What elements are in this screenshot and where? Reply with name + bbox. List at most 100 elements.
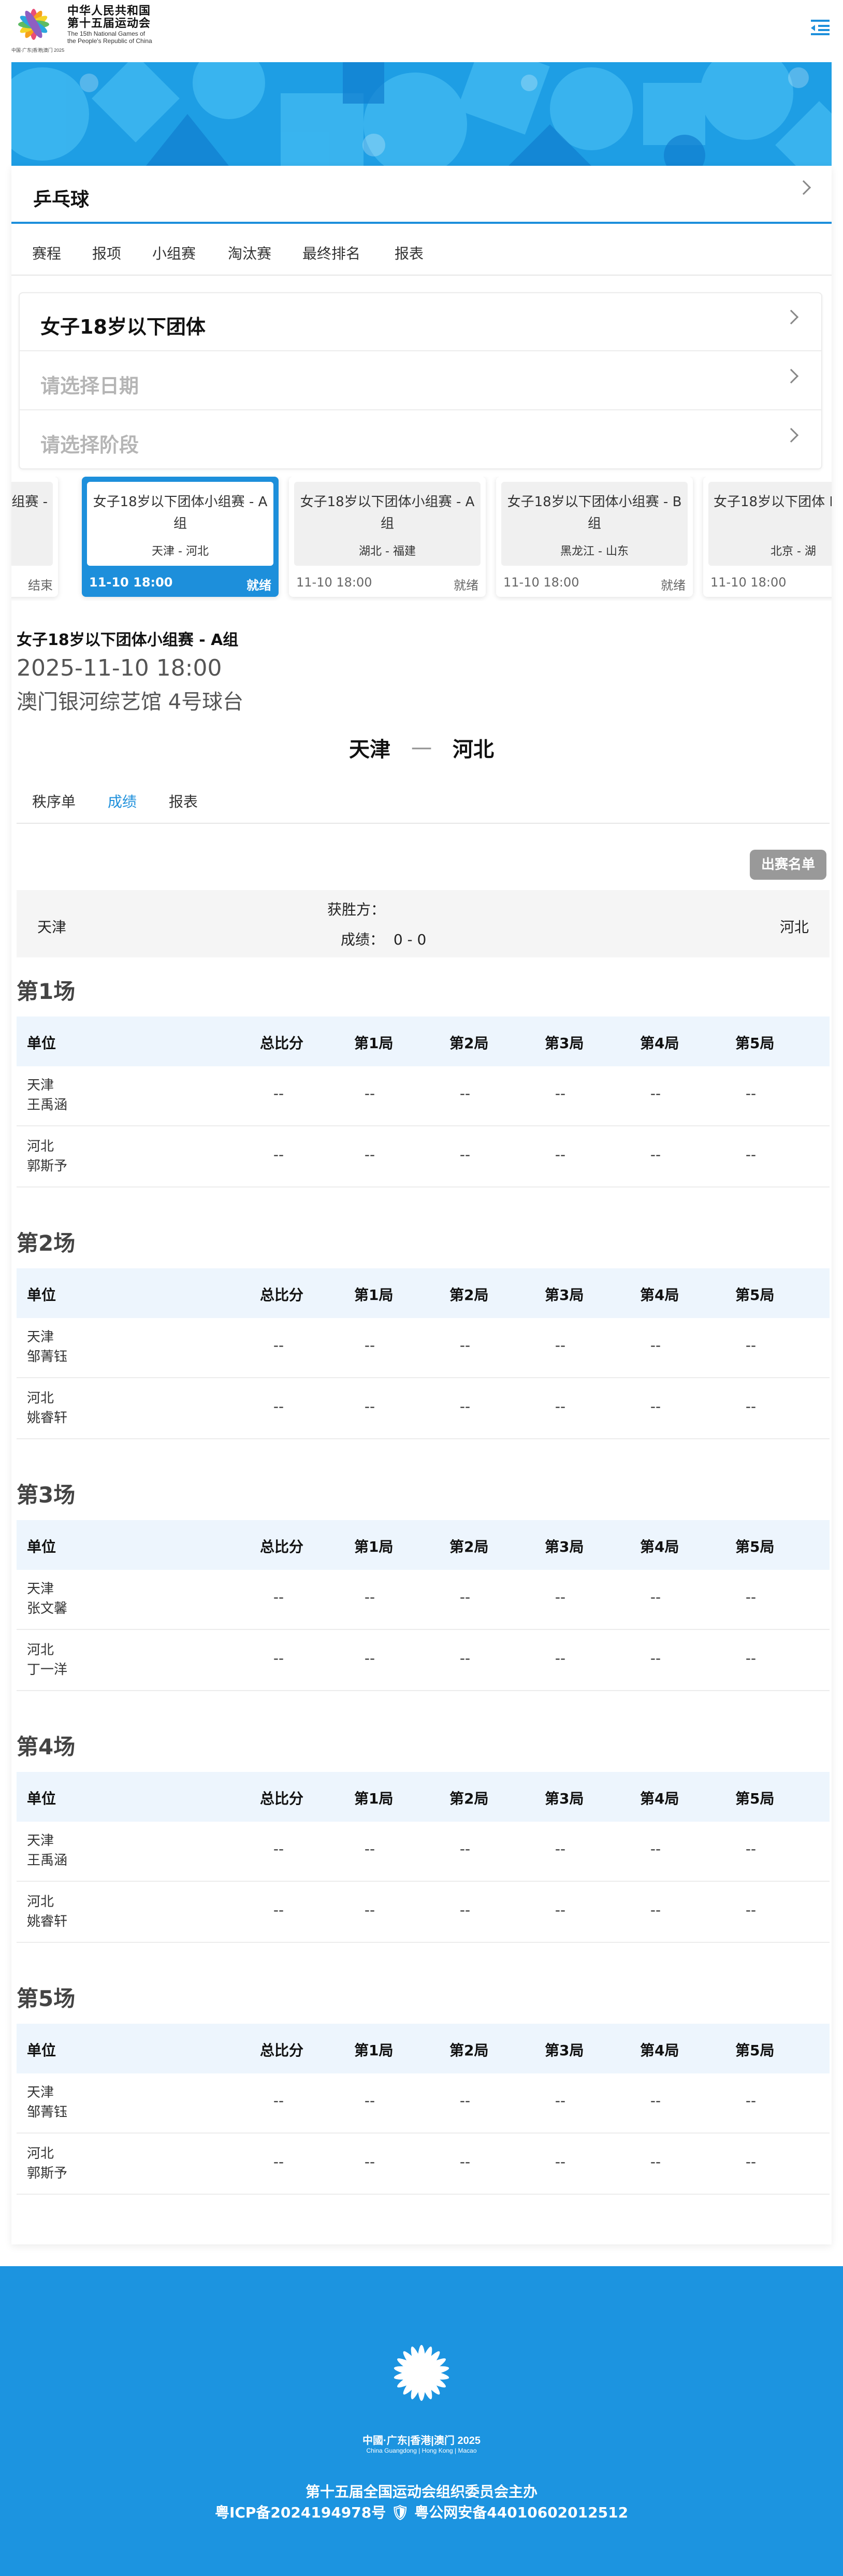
chevron-right-icon [783,427,799,443]
match-carousel[interactable]: 组赛 - 结束 女子18岁以下团体小组赛 - A组 天津 - 河北 11-10 … [11,477,832,601]
table-row: 天津 王禹涵 -- -- -- -- -- -- [17,1822,830,1882]
column-header: 第1局 [354,2042,394,2059]
score-cell: -- [459,1398,471,1415]
game-title: 第3场 [17,1482,76,1508]
team-name: 天津 [27,1078,54,1093]
match-card-time: 11-10 18:00 [89,575,173,590]
match-card-time: 11-10 18:00 [710,575,787,590]
score-cell: -- [273,1840,284,1857]
column-header: 总比分 [260,1538,304,1555]
column-header: 第2局 [449,1790,489,1807]
filter-panel: 女子18岁以下团体 请选择日期 请选择阶段 [19,292,822,469]
score-cell: -- [364,1146,375,1163]
unit-cell: 天津 王禹涵 [27,1076,67,1115]
tab-knockout[interactable]: 淘汰赛 [228,242,271,263]
match-card-title: 组赛 - [11,494,48,510]
score-cell: -- [273,2092,284,2109]
column-header: 第2局 [449,1538,489,1555]
unit-cell: 天津 邹菁钰 [27,2083,67,2122]
score-cell: -- [650,1840,661,1857]
player-name: 张文馨 [27,1601,68,1616]
logo-title-en-line1: The 15th National Games of [67,30,146,37]
banner-pattern-image [11,62,832,166]
site-logo[interactable]: 中华人民共和国 第十五届运动会 The 15th National Games … [11,2,182,56]
roster-button[interactable]: 出赛名单 [750,850,826,880]
game-table: 单位 总比分 第1局 第2局 第3局 第4局 第5局 天津 邹菁钰 -- -- -- -- -- -- 河北郭… [17,2024,830,2195]
column-header: 单位 [27,1538,56,1555]
match-card[interactable]: 女子18岁以下团体小组赛 - B组 黑龙江 - 山东 11-10 18:00 就… [496,477,693,597]
column-header: 第5局 [735,1538,775,1555]
match-card[interactable]: 女子18岁以下团体小组赛 - A组 湖北 - 福建 11-10 18:00 就绪 [289,477,486,597]
match-venue: 澳门银河综艺馆 4号球台 [17,690,244,714]
subtab-order-sheet[interactable]: 秩序单 [32,791,76,811]
column-header: 第1局 [354,1790,394,1807]
score-cell: -- [650,1337,661,1354]
score-cell: -- [745,1840,757,1857]
menu-button[interactable] [809,16,832,38]
subtab-reports[interactable]: 报表 [169,791,198,811]
match-summary: 天津 获胜方： 成绩： 0 - 0 河北 [17,890,830,957]
logo-title-cn-line2: 第十五届运动会 [67,17,151,30]
site-header: 中华人民共和国 第十五届运动会 The 15th National Games … [0,0,843,62]
stage-select[interactable]: 请选择阶段 [20,411,821,469]
column-header: 第5局 [735,1790,775,1807]
game-title: 第5场 [17,1986,76,2011]
column-header: 单位 [27,1790,56,1807]
column-header: 第2局 [449,1035,489,1052]
player-name: 王禹涵 [27,1853,68,1868]
summary-left-team: 天津 [37,919,67,936]
logo-subtitle: 中国·广东|香港|澳门 2025 [11,48,65,53]
team-name: 河北 [27,1139,54,1154]
tab-group-stage[interactable]: 小组赛 [152,242,196,263]
match-card-title: 女子18岁以下团体小组赛 - B组 [507,494,682,532]
games-flower-logo-icon [18,9,49,40]
match-card-body: 女子18岁以下团体小组赛 - A组 天津 - 河北 [87,482,273,566]
column-header: 单位 [27,2042,56,2059]
score-cell: -- [650,1650,661,1667]
score-cell: -- [555,1146,566,1163]
unit-cell: 天津 邹菁钰 [27,1327,67,1367]
score-cell: -- [364,2153,375,2170]
sport-tabs: 赛程 报项 小组赛 淘汰赛 最终排名 报表 [11,224,832,276]
tab-final-ranking[interactable]: 最终排名 [302,242,360,263]
match-card-active[interactable]: 女子18岁以下团体小组赛 - A组 天津 - 河北 11-10 18:00 就绪 [82,477,279,597]
match-card-title: 女子18岁以下团体小组赛 - A组 [93,494,268,532]
chevron-right-icon [796,180,811,195]
date-select[interactable]: 请选择日期 [20,352,821,410]
footer-icp[interactable]: 粤ICP备2024194978号 🛡 粤公网安备44010602012512 [0,2501,843,2522]
table-row: 河北 郭斯予 -- -- -- -- -- -- [17,1127,830,1187]
team-name: 天津 [27,1329,54,1345]
team-name: 天津 [27,1581,54,1597]
table-row: 河北 丁一洋 -- -- -- -- -- -- [17,1631,830,1691]
score-cell: -- [459,1840,471,1857]
column-header: 第3局 [545,2042,584,2059]
table-row: 河北 郭斯予 -- -- -- -- -- -- [17,2135,830,2195]
match-card[interactable]: 组赛 - 结束 [11,477,58,597]
team-name: 天津 [27,1833,54,1849]
match-card-body: 女子18岁以下团体小组赛 - A组 湖北 - 福建 [294,482,481,566]
subtab-results[interactable]: 成绩 [108,791,137,811]
match-datetime: 2025-11-10 18:00 [17,655,222,681]
score-cell: -- [459,2153,471,2170]
summary-score-value: 0 - 0 [393,931,427,948]
match-card[interactable]: 女子18岁以下团体 B组 北京 - 湖 11-10 18:00 [703,477,832,597]
game-table: 单位 总比分 第1局 第2局 第3局 第4局 第5局 天津 邹菁钰 -- -- -- -- -- -- 河北姚… [17,1268,830,1439]
score-cell: -- [364,1337,375,1354]
column-header: 单位 [27,1286,56,1304]
column-header: 单位 [27,1035,56,1052]
tab-schedule[interactable]: 赛程 [32,242,61,263]
tab-entries[interactable]: 报项 [92,242,121,263]
column-header: 第4局 [640,1538,679,1555]
game-table-header: 单位 总比分 第1局 第2局 第3局 第4局 第5局 [17,1017,830,1066]
unit-cell: 河北 姚睿轩 [27,1892,67,1931]
match-card-time: 11-10 18:00 [503,575,579,590]
table-row: 天津 张文馨 -- -- -- -- -- -- [17,1570,830,1630]
score-cell: -- [650,2092,661,2109]
event-select[interactable]: 女子18岁以下团体 [20,293,821,351]
sport-selector[interactable]: 乒乓球 [11,166,832,224]
match-card-title: 女子18岁以下团体小组赛 - A组 [300,494,475,532]
tab-reports[interactable]: 报表 [395,242,424,263]
score-cell: -- [555,1588,566,1606]
column-header: 第3局 [545,1790,584,1807]
player-name: 邹菁钰 [27,1349,68,1365]
